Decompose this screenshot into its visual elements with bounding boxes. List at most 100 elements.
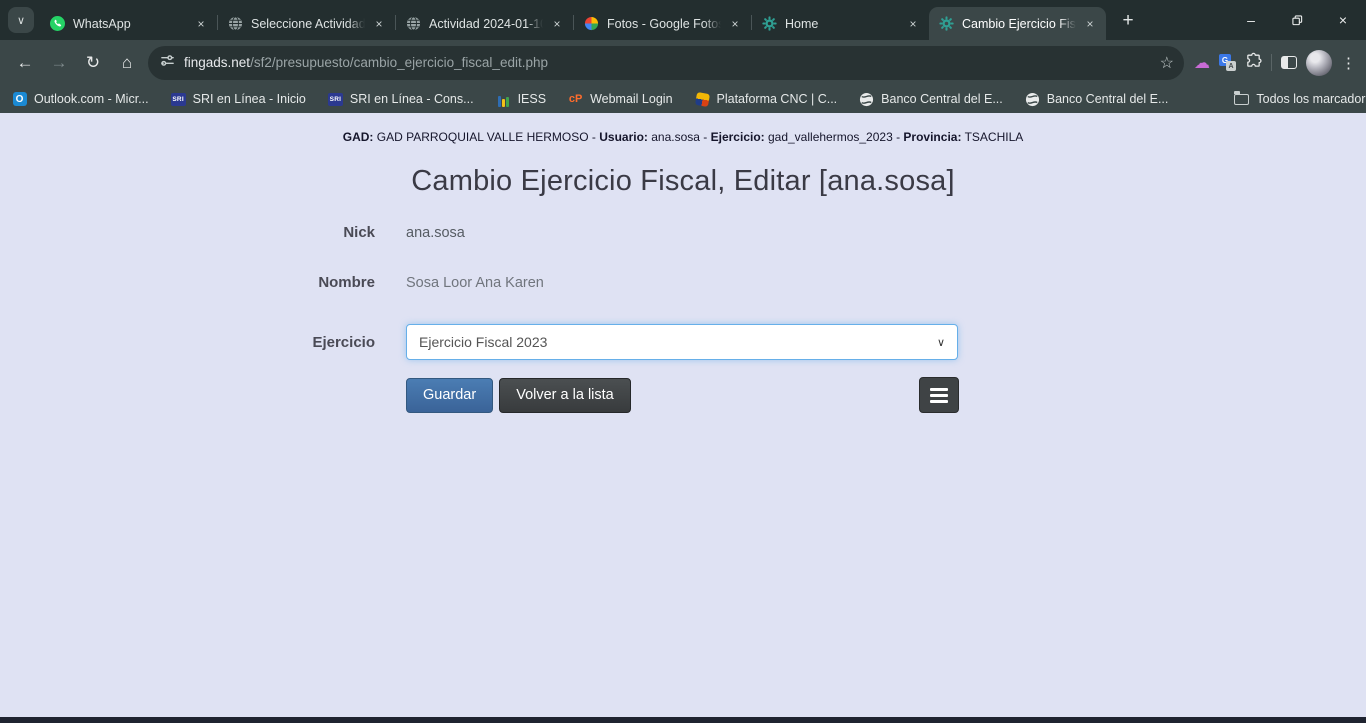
globe-icon — [406, 16, 421, 31]
translate-icon[interactable]: G A — [1219, 54, 1236, 71]
minimize-button[interactable]: – — [1228, 0, 1274, 40]
tab-seleccione-actividad[interactable]: Seleccione Actividad a × — [218, 7, 395, 40]
bookmark-outlook[interactable]: O Outlook.com - Micr... — [12, 92, 149, 107]
ejercicio-row: Ejercicio Ejercicio Fiscal 2023 ∨ — [0, 324, 1366, 360]
home-button[interactable]: ⌂ — [110, 46, 144, 80]
menu-kebab-icon[interactable]: ⋮ — [1341, 54, 1356, 72]
new-tab-button[interactable]: + — [1114, 7, 1142, 35]
reload-icon: ↻ — [86, 53, 100, 73]
close-window-button[interactable]: × — [1320, 0, 1366, 40]
bookmark-label: Banco Central del E... — [881, 92, 1003, 106]
all-bookmarks-label: Todos los marcadores — [1256, 92, 1366, 106]
bookmark-label: IESS — [518, 92, 547, 106]
tab-label: Actividad 2024-01-10 — [429, 17, 543, 31]
forward-icon: → — [51, 53, 68, 73]
bookmark-banco-central-2[interactable]: Banco Central del E... — [1025, 92, 1169, 107]
nombre-label: Nombre — [0, 274, 375, 291]
ejercicio-value: gad_vallehermos_2023 - — [765, 130, 904, 144]
tab-close-icon[interactable]: × — [193, 16, 209, 32]
back-button[interactable]: ← — [8, 46, 42, 80]
tab-label: Fotos - Google Fotos — [607, 17, 721, 31]
save-button[interactable]: Guardar — [406, 378, 493, 413]
home-icon: ⌂ — [122, 53, 132, 73]
tab-cambio-ejercicio-active[interactable]: Cambio Ejercicio Fisc × — [929, 7, 1106, 40]
gad-value: GAD PARROQUIAL VALLE HERMOSO - — [373, 130, 599, 144]
hamburger-icon — [930, 388, 948, 391]
bookmark-banco-central-1[interactable]: Banco Central del E... — [859, 92, 1003, 107]
chevron-down-icon: ∨ — [17, 14, 25, 27]
select-chevron-icon: ∨ — [937, 336, 945, 349]
browser-toolbar: ← → ↻ ⌂ fingads.net/sf2/presupuesto/camb… — [0, 40, 1366, 85]
bookmark-label: Banco Central del E... — [1047, 92, 1169, 106]
globe-light-icon — [1025, 92, 1040, 107]
nick-row: Nick ana.sosa — [0, 224, 1366, 241]
url-host: fingads.net — [184, 55, 250, 70]
window-controls: – × — [1228, 0, 1366, 40]
tab-whatsapp[interactable]: WhatsApp × — [40, 7, 217, 40]
tab-close-icon[interactable]: × — [1082, 16, 1098, 32]
tab-close-icon[interactable]: × — [371, 16, 387, 32]
provincia-value: TSACHILA — [961, 130, 1023, 144]
gad-label: GAD: — [343, 130, 374, 144]
site-info-icon[interactable] — [160, 53, 175, 73]
reload-button[interactable]: ↻ — [76, 46, 110, 80]
url-path: /sf2/presupuesto/cambio_ejercicio_fiscal… — [250, 55, 548, 70]
sri-icon: SRI — [328, 92, 343, 107]
tab-close-icon[interactable]: × — [905, 16, 921, 32]
google-photos-icon — [584, 16, 599, 31]
back-to-list-button[interactable]: Volver a la lista — [499, 378, 631, 413]
bookmark-cnc[interactable]: Plataforma CNC | C... — [695, 92, 838, 107]
bookmark-label: Plataforma CNC | C... — [717, 92, 838, 106]
tab-search-button[interactable]: ∨ — [8, 7, 34, 33]
globe-light-icon — [859, 92, 874, 107]
toolbar-icons: ☁ G A ⋮ — [1194, 50, 1358, 76]
bookmark-sri-inicio[interactable]: SRI SRI en Línea - Inicio — [171, 92, 306, 107]
tab-home[interactable]: Home × — [752, 7, 929, 40]
cnc-icon — [695, 92, 710, 107]
menu-button[interactable] — [919, 377, 959, 413]
side-panel-icon[interactable] — [1281, 56, 1297, 69]
button-row: Guardar Volver a la lista — [406, 377, 959, 413]
folder-icon — [1234, 92, 1249, 107]
tab-label: Home — [785, 17, 899, 31]
ejercicio-label: Ejercicio: — [711, 130, 765, 144]
bookmark-label: Outlook.com - Micr... — [34, 92, 149, 106]
usuario-label: Usuario: — [599, 130, 648, 144]
bookmark-label: SRI en Línea - Cons... — [350, 92, 474, 106]
bookmark-label: SRI en Línea - Inicio — [193, 92, 306, 106]
ejercicio-select[interactable]: Ejercicio Fiscal 2023 ∨ — [406, 324, 958, 360]
address-bar[interactable]: fingads.net/sf2/presupuesto/cambio_ejerc… — [148, 46, 1184, 80]
toolbar-separator — [1271, 54, 1272, 71]
globe-icon — [228, 16, 243, 31]
profile-avatar[interactable] — [1306, 50, 1332, 76]
all-bookmarks-button[interactable]: Todos los marcadores — [1234, 92, 1366, 107]
teal-gear-icon — [762, 16, 777, 31]
tab-actividad[interactable]: Actividad 2024-01-10 × — [396, 7, 573, 40]
url-text: fingads.net/sf2/presupuesto/cambio_ejerc… — [184, 55, 1152, 70]
iess-icon — [496, 92, 511, 107]
bottom-strip — [0, 717, 1366, 723]
restore-button[interactable] — [1274, 0, 1320, 40]
whatsapp-icon — [50, 16, 65, 31]
tab-close-icon[interactable]: × — [549, 16, 565, 32]
provincia-label: Provincia: — [903, 130, 961, 144]
bookmark-sri-consultas[interactable]: SRI SRI en Línea - Cons... — [328, 92, 474, 107]
extensions-puzzle-icon[interactable] — [1245, 52, 1262, 74]
back-icon: ← — [17, 53, 34, 73]
bookmark-iess[interactable]: IESS — [496, 92, 547, 107]
session-info-line: GAD: GAD PARROQUIAL VALLE HERMOSO - Usua… — [0, 130, 1366, 144]
extension-cloud-icon[interactable]: ☁ — [1194, 53, 1210, 73]
bookmark-webmail[interactable]: cP Webmail Login — [568, 92, 672, 107]
tab-label: WhatsApp — [73, 17, 187, 31]
tab-label: Seleccione Actividad a — [251, 17, 365, 31]
nick-label: Nick — [0, 224, 375, 241]
sri-icon: SRI — [171, 92, 186, 107]
bookmark-label: Webmail Login — [590, 92, 672, 106]
tab-close-icon[interactable]: × — [727, 16, 743, 32]
forward-button[interactable]: → — [42, 46, 76, 80]
bookmark-star-icon[interactable]: ☆ — [1160, 53, 1174, 73]
tab-strip: ∨ WhatsApp × Seleccione Actividad a × Ac… — [0, 0, 1366, 40]
cpanel-icon: cP — [568, 92, 583, 107]
outlook-icon: O — [12, 92, 27, 107]
tab-google-fotos[interactable]: Fotos - Google Fotos × — [574, 7, 751, 40]
